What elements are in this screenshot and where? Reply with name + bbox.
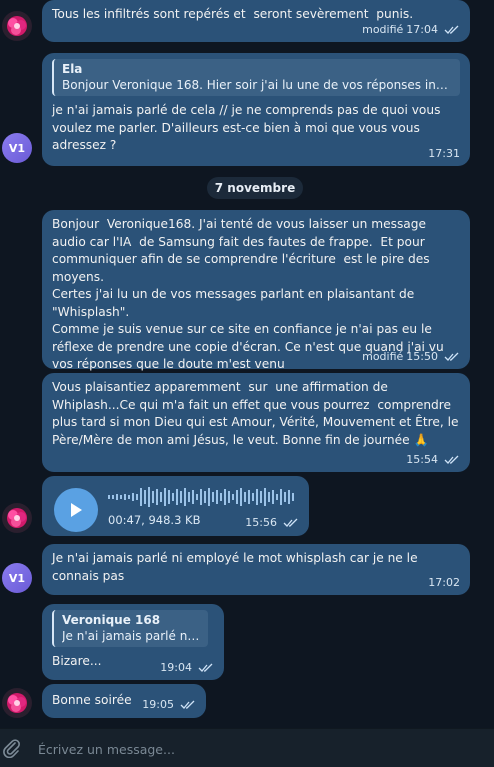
reply-sender-name: Ela [62,62,83,76]
reply-sender-name: Veronique 168 [62,613,161,627]
message-text: je n'ai jamais parlé de cela // je ne co… [52,103,445,152]
reply-quote[interactable]: Veronique 168 Je n'ai jamais parlé ni e.… [52,610,208,647]
message-bubble[interactable]: Veronique 168 Je n'ai jamais parlé ni e.… [42,604,224,680]
double-check-icon [198,663,213,672]
message-time: 17:02 [428,576,460,589]
voice-duration: 00:47 [108,513,142,527]
double-check-icon [444,455,459,464]
message-bubble[interactable]: Tous les infiltrés sont repérés et seron… [42,0,470,42]
avatar-v1[interactable]: V1 [2,563,32,593]
edited-label: modifié [362,350,404,363]
message-bubble[interactable]: Bonne soirée 19:05 [42,684,206,718]
voice-message-bubble[interactable]: 00:47, 948.3 KB 15:56 [42,476,309,536]
reply-quote[interactable]: Ela Bonjour Veronique 168. Hier soir j'a… [52,59,460,96]
message-meta: 19:05 [142,699,196,711]
message-bubble[interactable]: Je n'ai jamais parlé ni employé le mot w… [42,544,470,595]
double-check-icon [283,518,298,527]
message-composer [0,728,494,767]
double-check-icon [444,352,459,361]
message-time: 17:04 [406,23,438,36]
avatar-initials: V1 [8,571,26,585]
message-bubble[interactable]: Bonjour Veronique168. J'ai tenté de vous… [42,210,470,371]
date-separator: 7 novembre [207,177,303,199]
message-input[interactable] [36,737,480,761]
message-time: 19:05 [142,698,174,711]
message-text: Tous les infiltrés sont repérés et seron… [52,7,414,21]
message-time: 15:56 [245,516,277,529]
avatar-v1[interactable]: V1 [2,133,32,163]
message-bubble[interactable]: Vous plaisantiez apparemment sur une aff… [42,373,470,472]
message-meta: 15:54 [406,454,460,466]
avatar-initials: V1 [8,141,26,155]
message-text: Vous plaisantiez apparemment sur une aff… [52,380,463,447]
double-check-icon [180,700,195,709]
avatar-sender-flower[interactable] [2,11,32,41]
message-meta: modifié 17:04 [362,24,460,36]
play-icon [71,503,82,517]
voice-file-size: 948.3 KB [148,513,201,527]
message-time: 15:50 [406,350,438,363]
avatar-sender-flower[interactable] [2,503,32,533]
message-time: 19:04 [160,661,192,674]
paperclip-icon[interactable] [2,738,22,758]
message-time: 17:31 [428,147,460,160]
message-meta: 17:02 [428,577,460,589]
message-meta: modifié 15:50 [362,351,460,363]
message-text: Je n'ai jamais parlé ni employé le mot w… [52,551,422,583]
message-time: 15:54 [406,453,438,466]
message-bubble[interactable]: Ela Bonjour Veronique 168. Hier soir j'a… [42,53,470,166]
play-button[interactable] [54,488,98,532]
avatar-sender-flower[interactable] [2,688,32,718]
edited-label: modifié [362,23,404,36]
reply-preview-text: Je n'ai jamais parlé ni e... [62,629,200,643]
message-meta: 17:31 [428,148,460,160]
message-meta: 15:56 [245,517,299,529]
reply-preview-text: Bonjour Veronique 168. Hier soir j'ai lu… [62,78,452,92]
voice-info: 00:47, 948.3 KB [108,513,201,527]
double-check-icon [444,25,459,34]
message-meta: 19:04 [160,662,214,674]
chat-history[interactable]: Tous les infiltrés sont repérés et seron… [0,0,494,728]
voice-waveform[interactable] [108,485,298,509]
